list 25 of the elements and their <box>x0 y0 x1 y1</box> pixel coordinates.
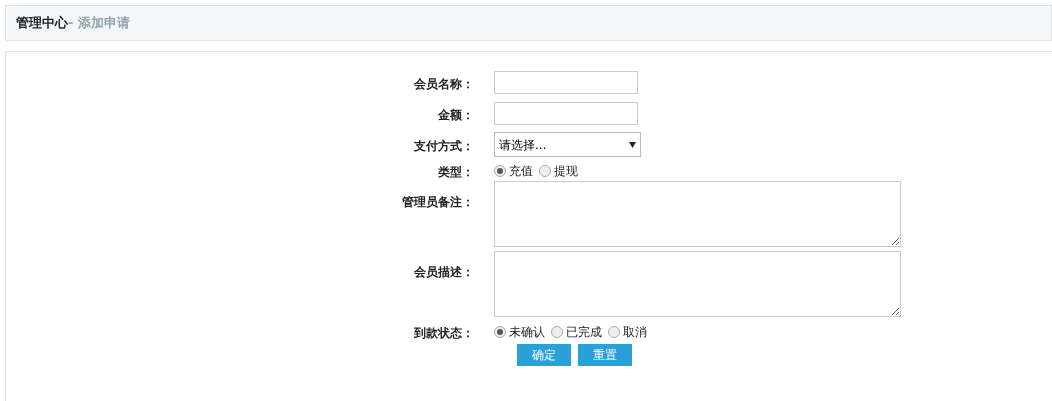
radio-button[interactable] <box>551 325 563 338</box>
page-subtitle: - 添加申请 <box>68 14 130 33</box>
radio-option[interactable]: 充值 <box>494 161 533 180</box>
text-field[interactable] <box>494 71 638 94</box>
select-field[interactable]: 请选择... <box>494 132 641 157</box>
radio-option[interactable]: 未确认 <box>494 322 545 341</box>
radio-option[interactable]: 提现 <box>539 161 578 180</box>
textarea-field[interactable] <box>494 181 901 247</box>
field-label: 类型： <box>438 164 474 179</box>
radio-button[interactable] <box>494 164 506 177</box>
caret-icon <box>629 141 636 148</box>
field-label: 支付方式： <box>414 138 474 153</box>
page-title: 管理中心 <box>16 14 68 33</box>
radio-option[interactable]: 已完成 <box>551 322 602 341</box>
text-field[interactable] <box>494 102 638 125</box>
radio-button[interactable] <box>608 325 620 338</box>
textarea-field[interactable] <box>494 251 901 317</box>
field-label: 会员描述： <box>414 265 474 279</box>
field-label: 管理员备注： <box>402 195 474 209</box>
field-label: 到款状态： <box>414 325 474 340</box>
radio-option[interactable]: 取消 <box>608 322 647 341</box>
radio-button[interactable] <box>494 325 506 338</box>
field-label: 金额： <box>438 107 474 122</box>
radio-button[interactable] <box>539 164 551 177</box>
field-label: 会员名称： <box>414 76 474 91</box>
